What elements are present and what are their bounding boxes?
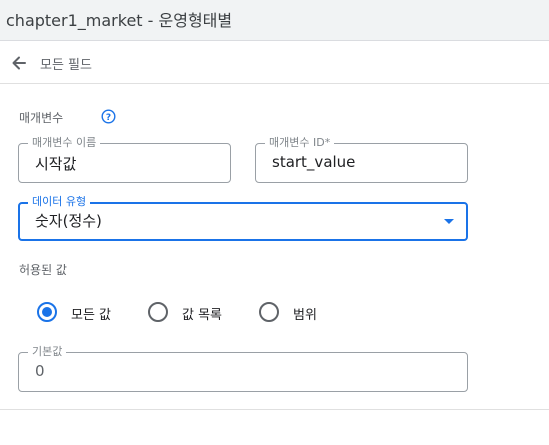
arrow-back-icon[interactable] — [9, 53, 29, 73]
divider — [0, 409, 549, 410]
default-value-label: 기본값 — [28, 345, 67, 359]
dropdown-arrow-icon[interactable] — [444, 219, 454, 224]
data-type-value[interactable]: 숫자(정수) — [35, 210, 102, 231]
radio-checked-icon[interactable] — [37, 302, 57, 322]
param-id-label: 매개변수 ID* — [265, 136, 335, 150]
radio-range-label[interactable]: 범위 — [293, 304, 317, 323]
default-value-field[interactable]: 기본값 0 — [18, 345, 468, 392]
param-id-input[interactable]: start_value — [272, 153, 355, 171]
param-name-field[interactable]: 매개변수 이름 시작값 — [18, 136, 231, 183]
back-nav-bar: 모든 필드 — [0, 41, 549, 84]
radio-unchecked-icon[interactable] — [259, 302, 279, 322]
param-name-input[interactable]: 시작값 — [35, 153, 76, 174]
data-type-label: 데이터 유형 — [28, 195, 91, 209]
help-icon[interactable]: ? — [101, 109, 116, 124]
default-value-input[interactable]: 0 — [35, 362, 45, 380]
radio-all-values-label[interactable]: 모든 값 — [71, 304, 111, 323]
param-id-field[interactable]: 매개변수 ID* start_value — [255, 136, 468, 183]
back-link[interactable]: 모든 필드 — [40, 54, 92, 73]
allowed-values-label: 허용된 값 — [19, 263, 67, 277]
data-type-select[interactable]: 데이터 유형 숫자(정수) — [18, 195, 468, 241]
param-name-label: 매개변수 이름 — [28, 136, 101, 150]
window-titlebar: chapter1_market - 운영형태별 — [0, 0, 549, 41]
svg-text:?: ? — [106, 113, 111, 123]
radio-value-list-label[interactable]: 값 목록 — [182, 304, 222, 323]
window-title: chapter1_market - 운영형태별 — [6, 11, 233, 30]
section-label-parameters: 매개변수 — [19, 111, 64, 125]
radio-unchecked-icon[interactable] — [148, 302, 168, 322]
